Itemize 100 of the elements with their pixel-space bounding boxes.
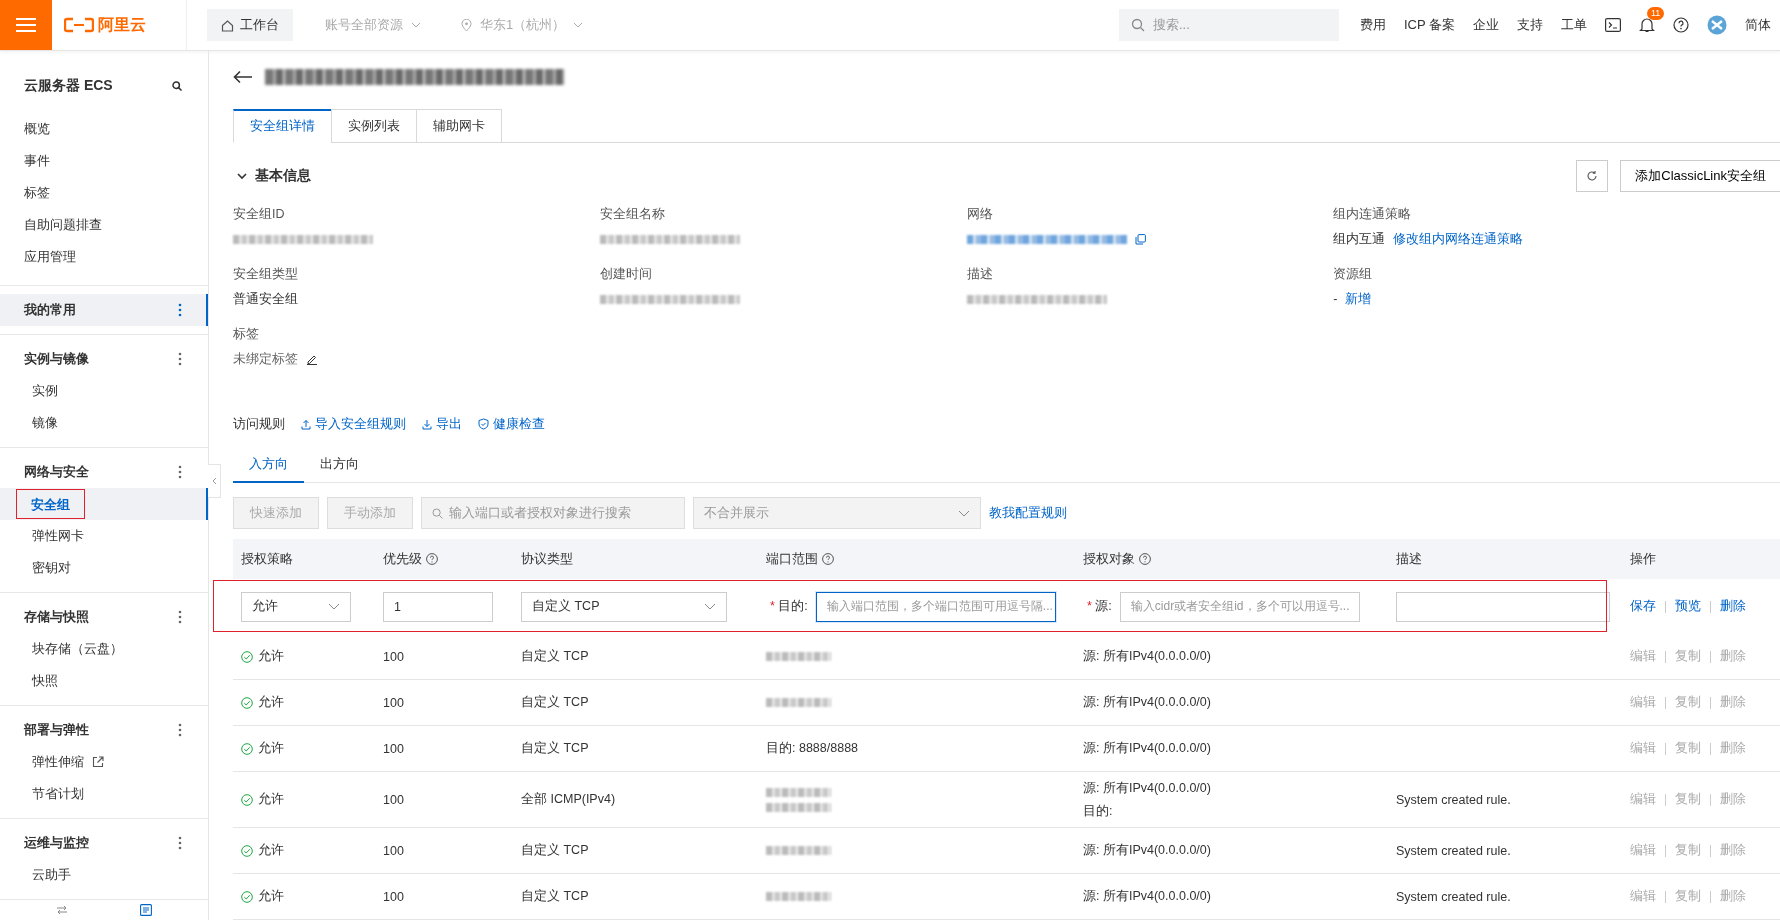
row-action-link[interactable]: 预览: [1675, 598, 1701, 615]
avatar-icon[interactable]: [1707, 15, 1727, 35]
sidebar-item[interactable]: 事件: [0, 145, 208, 177]
sidebar-item[interactable]: 自助问题排查: [0, 209, 208, 241]
table-cell: System created rule.: [1396, 792, 1511, 807]
bell-icon[interactable]: [1639, 17, 1655, 33]
upload-icon: [301, 418, 311, 430]
tab[interactable]: 安全组详情: [233, 108, 332, 143]
workbench-button[interactable]: 工作台: [207, 9, 293, 41]
sidebar-group-title: 部署与弹性: [24, 721, 89, 739]
table-cell: 100: [383, 843, 404, 858]
field-link[interactable]: 新增: [1345, 290, 1372, 308]
field-label: 创建时间: [599, 266, 653, 284]
terminal-icon[interactable]: [1605, 18, 1621, 32]
sidebar-item[interactable]: 概览: [0, 113, 208, 145]
help-link[interactable]: 教我配置规则: [989, 504, 1067, 522]
sidebar-item[interactable]: 节省计划: [16, 779, 100, 809]
language-link[interactable]: 简体: [1745, 16, 1771, 34]
more-icon[interactable]: [178, 303, 182, 317]
chevron-down-icon: [328, 603, 340, 610]
top-nav-link[interactable]: 支持: [1517, 16, 1543, 34]
sidebar-group-header[interactable]: 运维与监控: [0, 827, 208, 859]
blurred-text: [766, 892, 831, 901]
switch-icon[interactable]: [56, 905, 68, 915]
rule-action-link[interactable]: 导入安全组规则: [301, 415, 406, 433]
sidebar-group-title: 存储与快照: [24, 608, 89, 626]
sidebar-item[interactable]: 应用管理: [0, 241, 208, 273]
chevron-down-icon: [958, 509, 970, 517]
sidebar-item[interactable]: 镜像: [16, 408, 74, 438]
table-cell: System created rule.: [1396, 843, 1511, 858]
chevron-down-icon: [411, 22, 421, 28]
tab[interactable]: 实例列表: [331, 108, 417, 143]
top-nav-link[interactable]: 工单: [1561, 16, 1587, 34]
check-circle-icon: [241, 650, 253, 663]
table-cell: 全部 ICMP(IPv4): [521, 791, 616, 808]
column-header: 授权对象: [1083, 550, 1135, 568]
sidebar-group-header[interactable]: 网络与安全: [0, 456, 208, 488]
tab[interactable]: 辅助网卡: [416, 108, 502, 143]
sidebar-item[interactable]: 弹性伸缩: [16, 747, 120, 777]
priority-field[interactable]: 1: [383, 591, 493, 622]
protocol-select[interactable]: 自定义 TCP: [521, 591, 727, 622]
sidebar-group-header[interactable]: 部署与弹性: [0, 714, 208, 746]
add-classiclink-button[interactable]: 添加ClassicLink安全组: [1620, 160, 1780, 193]
table-cell: 100: [383, 695, 404, 710]
chevron-down-icon: [704, 603, 716, 610]
top-nav-link[interactable]: ICP 备案: [1403, 16, 1455, 34]
table-cell: 源: 所有IPv4(0.0.0.0/0): [1083, 888, 1211, 905]
policy-select[interactable]: 允许: [241, 591, 351, 622]
list-icon[interactable]: [140, 904, 152, 916]
rule-action-link[interactable]: 导出: [422, 415, 462, 433]
search-icon: [1130, 18, 1145, 32]
column-header: 授权策略: [241, 550, 293, 568]
column-header: 端口范围: [766, 550, 818, 568]
more-icon[interactable]: [178, 723, 182, 737]
more-icon[interactable]: [178, 610, 182, 624]
sidebar-item[interactable]: 弹性网卡: [16, 521, 100, 551]
description-field[interactable]: [1396, 591, 1610, 622]
sidebar-group-header[interactable]: 实例与镜像: [0, 343, 208, 375]
sidebar-title: 云服务器 ECS: [24, 77, 113, 95]
sidebar-item[interactable]: 安全组: [16, 489, 85, 519]
more-icon[interactable]: [178, 465, 182, 479]
field-link[interactable]: 修改组内网络连通策略: [1393, 230, 1524, 248]
column-header: 描述: [1396, 550, 1422, 568]
sidebar-group-header[interactable]: 存储与快照: [0, 601, 208, 633]
back-arrow-icon[interactable]: [233, 69, 253, 84]
sidebar-item[interactable]: 标签: [0, 177, 208, 209]
column-header: 协议类型: [521, 550, 573, 568]
row-action-link[interactable]: 保存: [1630, 598, 1656, 615]
row-action-link[interactable]: 删除: [1720, 598, 1746, 615]
top-nav-link[interactable]: 费用: [1359, 16, 1386, 34]
sidebar-item[interactable]: 实例: [16, 376, 74, 406]
notification-badge: 11: [1647, 7, 1665, 20]
table-cell: 源: 所有IPv4(0.0.0.0/0): [1083, 842, 1211, 859]
rule-action-link[interactable]: 健康检查: [478, 415, 545, 433]
sidebar-group-header[interactable]: 我的常用: [0, 294, 208, 326]
port-label: * 目的:: [770, 598, 808, 615]
field-value: 未绑定标签: [233, 350, 298, 368]
blurred-text: [766, 698, 831, 707]
collapse-handle[interactable]: [208, 464, 221, 498]
more-icon[interactable]: [178, 836, 182, 850]
help-icon[interactable]: [1673, 17, 1689, 33]
edit-icon[interactable]: [306, 353, 318, 366]
more-icon[interactable]: [178, 352, 182, 366]
direction-tab[interactable]: 出方向: [304, 446, 375, 483]
direction-tab[interactable]: 入方向: [233, 446, 304, 483]
search-icon[interactable]: [172, 81, 182, 91]
search-icon: [432, 507, 443, 519]
refresh-button[interactable]: [1576, 160, 1609, 193]
section-title: 访问规则: [233, 415, 285, 433]
sidebar-item[interactable]: 快照: [16, 666, 74, 696]
sidebar-item[interactable]: 密钥对: [16, 553, 87, 583]
chevron-down-icon[interactable]: [237, 172, 247, 180]
sidebar-item[interactable]: 云助手: [16, 860, 87, 890]
table-cell: 源: 所有IPv4(0.0.0.0/0): [1083, 648, 1211, 665]
blurred-text: [766, 787, 831, 797]
sidebar-group-title: 网络与安全: [24, 463, 89, 481]
menu-button[interactable]: [0, 0, 52, 50]
copy-icon[interactable]: [1134, 233, 1146, 245]
sidebar-item[interactable]: 块存储（云盘）: [16, 634, 139, 664]
top-nav-link[interactable]: 企业: [1473, 16, 1499, 34]
